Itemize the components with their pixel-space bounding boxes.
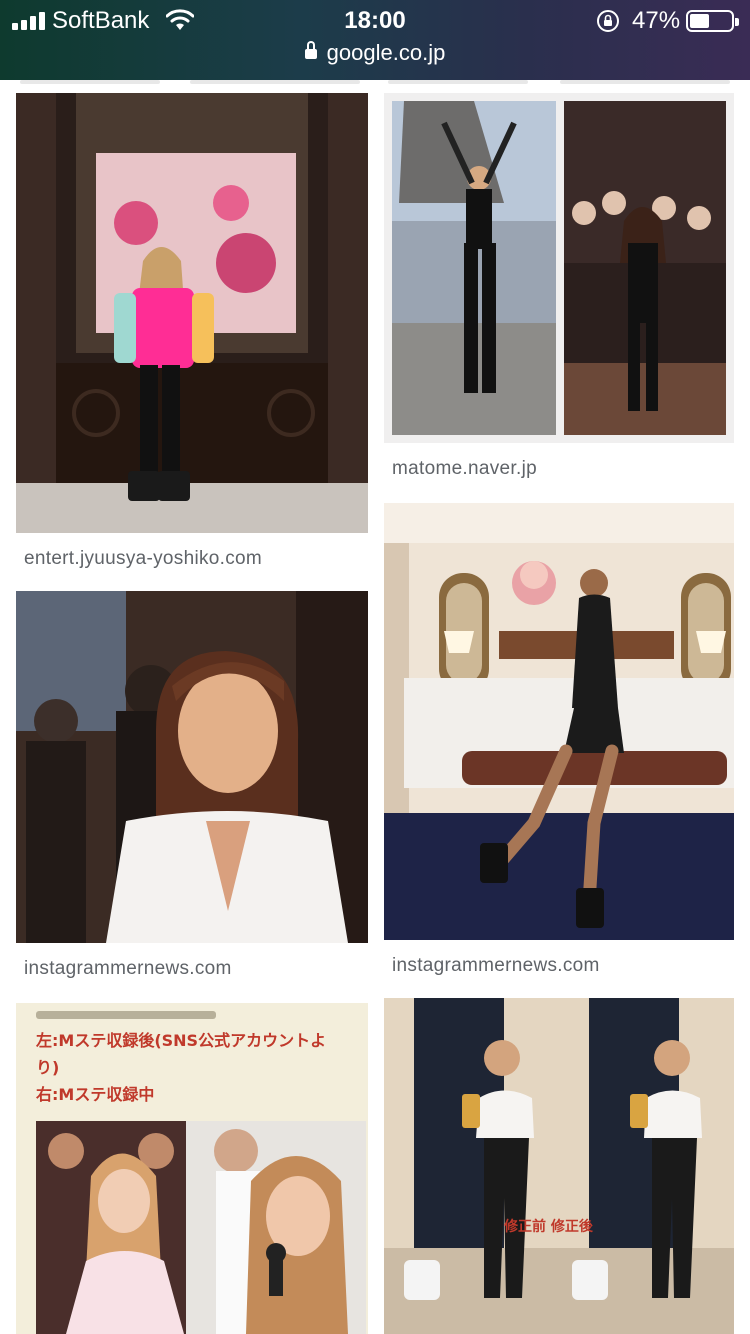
battery-icon bbox=[686, 10, 739, 32]
result-thumbnail[interactable]: 修正前 修正後 bbox=[384, 998, 734, 1334]
header-shadow bbox=[190, 80, 360, 84]
result-thumbnail[interactable] bbox=[16, 591, 368, 943]
result-source[interactable]: matome.naver.jp bbox=[392, 458, 537, 480]
battery-level-fill bbox=[690, 14, 709, 28]
address-bar[interactable]: google.co.jp bbox=[0, 40, 750, 70]
result-thumbnail[interactable] bbox=[16, 93, 368, 533]
result-thumbnail[interactable] bbox=[384, 503, 734, 940]
tv-screenshot-collage bbox=[36, 1121, 366, 1334]
battery-percentage: 47% bbox=[632, 7, 681, 34]
orientation-lock-icon bbox=[597, 10, 619, 32]
caption-block: 左:Mステ収録後(SNS公式アカウントよ り) 右:Mステ収録中 bbox=[36, 1027, 326, 1108]
status-bar: SoftBank 18:00 47% bbox=[0, 0, 750, 40]
overlay-caption: 修正前 修正後 bbox=[504, 1219, 593, 1235]
header-shadow bbox=[560, 80, 730, 84]
result-thumbnail[interactable]: 左:Mステ収録後(SNS公式アカウントよ り) 右:Mステ収録中 bbox=[16, 1003, 368, 1334]
header-shadow bbox=[20, 80, 160, 84]
mirror-photo-pair bbox=[384, 998, 734, 1334]
result-source[interactable]: entert.jyuusya-yoshiko.com bbox=[24, 548, 262, 570]
result-thumbnail[interactable] bbox=[384, 93, 734, 443]
secure-lock-icon bbox=[304, 41, 317, 61]
caption-line: 左:Mステ収録後(SNS公式アカウントよ bbox=[36, 1031, 327, 1050]
result-source[interactable]: instagrammernews.com bbox=[24, 958, 232, 980]
header-shadow bbox=[388, 80, 528, 84]
result-source[interactable]: instagrammernews.com bbox=[392, 955, 600, 977]
caption-line: り) bbox=[36, 1058, 60, 1077]
browser-top-bar: SoftBank 18:00 47% google.co.jp bbox=[0, 0, 750, 80]
address-bar-url[interactable]: google.co.jp bbox=[327, 40, 446, 65]
small-header-text bbox=[36, 1011, 216, 1019]
caption-line: 右:Mステ収録中 bbox=[36, 1085, 155, 1104]
